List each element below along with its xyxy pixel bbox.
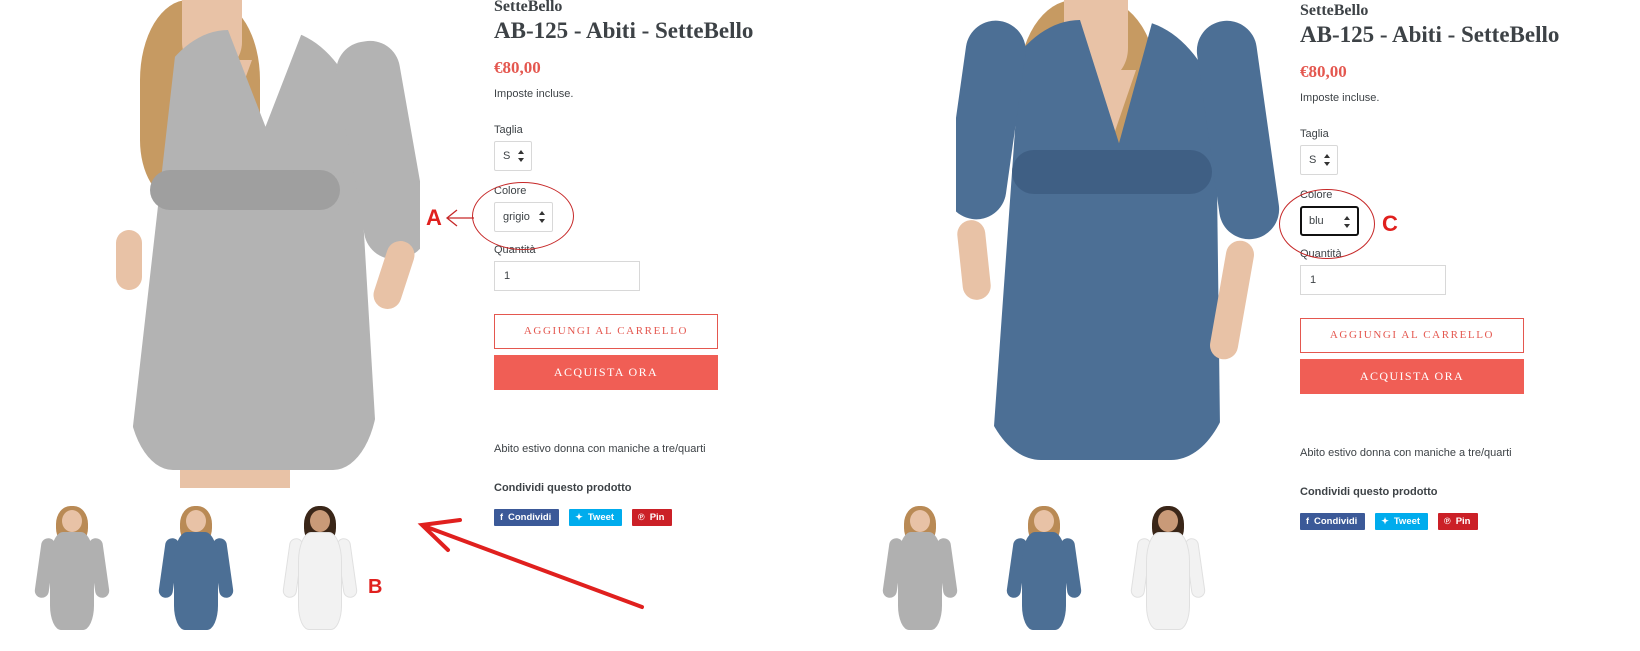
- select-arrows-icon: [1324, 154, 1331, 166]
- size-select[interactable]: S: [1300, 145, 1338, 175]
- quantity-input[interactable]: 1: [494, 261, 640, 291]
- tax-note: Imposte incluse.: [494, 88, 574, 100]
- twitter-icon: ✦: [1381, 516, 1389, 526]
- facebook-icon: f: [1306, 516, 1309, 526]
- annotation-label-a: A: [426, 205, 442, 230]
- size-label: Taglia: [494, 124, 523, 136]
- add-to-cart-button[interactable]: AGGIUNGI AL CARRELLO: [494, 314, 718, 349]
- size-select-value: S: [503, 150, 511, 162]
- annotation-ellipse-a: [472, 182, 574, 250]
- product-description: Abito estivo donna con maniche a tre/qua…: [1300, 447, 1512, 459]
- share-facebook-label: Condividi: [508, 512, 552, 523]
- product-price: €80,00: [1300, 62, 1347, 81]
- select-arrows-icon: [518, 150, 525, 162]
- main-product-image-grey: [80, 0, 420, 488]
- share-title: Condividi questo prodotto: [494, 482, 632, 494]
- product-info-right: SetteBello AB-125 - Abiti - SetteBello €…: [1300, 2, 1600, 530]
- pinterest-icon: ℗: [638, 512, 645, 522]
- thumbnail-grey-dress[interactable]: [30, 506, 114, 636]
- share-twitter-label: Tweet: [587, 512, 615, 523]
- product-title: AB-125 - Abiti - SetteBello: [1300, 22, 1560, 47]
- share-pinterest-button[interactable]: ℗ Pin: [632, 509, 673, 526]
- size-select-value: S: [1309, 154, 1317, 166]
- share-facebook-label: Condividi: [1314, 516, 1358, 527]
- product-price: €80,00: [494, 58, 541, 77]
- share-pinterest-label: Pin: [649, 512, 665, 523]
- share-twitter-button[interactable]: ✦ Tweet: [1375, 513, 1429, 530]
- buy-now-button[interactable]: ACQUISTA ORA: [494, 355, 718, 390]
- thumbnail-gallery: [30, 506, 362, 636]
- thumbnail-white-dress[interactable]: [1126, 506, 1210, 636]
- share-pinterest-label: Pin: [1455, 516, 1471, 527]
- pinterest-icon: ℗: [1444, 516, 1451, 526]
- product-vendor: SetteBello: [1300, 2, 1369, 19]
- product-page-left: SetteBello AB-125 - Abiti - SetteBello €…: [0, 0, 820, 651]
- annotation-label-c: C: [1382, 211, 1398, 236]
- thumbnail-blue-dress[interactable]: [154, 506, 238, 636]
- tax-note: Imposte incluse.: [1300, 92, 1380, 104]
- share-buttons: f Condividi ✦ Tweet ℗ Pin: [1300, 513, 1600, 530]
- annotation-label-b: B: [368, 576, 383, 598]
- share-twitter-label: Tweet: [1393, 516, 1421, 527]
- size-select[interactable]: S: [494, 141, 532, 171]
- share-title: Condividi questo prodotto: [1300, 486, 1438, 498]
- twitter-icon: ✦: [575, 512, 583, 522]
- thumbnail-gallery: [878, 506, 1210, 636]
- size-label: Taglia: [1300, 128, 1329, 140]
- product-page-right: SetteBello AB-125 - Abiti - SetteBello €…: [836, 0, 1640, 651]
- share-pinterest-button[interactable]: ℗ Pin: [1438, 513, 1479, 530]
- product-title: AB-125 - Abiti - SetteBello: [494, 18, 754, 43]
- thumbnail-grey-dress[interactable]: [878, 506, 962, 636]
- annotation-ellipse-c: [1279, 189, 1375, 259]
- product-vendor: SetteBello: [494, 0, 563, 15]
- share-facebook-button[interactable]: f Condividi: [494, 509, 560, 526]
- product-description: Abito estivo donna con maniche a tre/qua…: [494, 443, 706, 455]
- main-product-image-blue: [956, 0, 1296, 486]
- buy-now-button[interactable]: ACQUISTA ORA: [1300, 359, 1524, 394]
- quantity-input[interactable]: 1: [1300, 265, 1446, 295]
- thumbnail-blue-dress[interactable]: [1002, 506, 1086, 636]
- thumbnail-white-dress[interactable]: [278, 506, 362, 636]
- share-facebook-button[interactable]: f Condividi: [1300, 513, 1366, 530]
- share-buttons: f Condividi ✦ Tweet ℗ Pin: [494, 509, 794, 526]
- product-info-left: SetteBello AB-125 - Abiti - SetteBello €…: [494, 0, 794, 526]
- add-to-cart-button[interactable]: AGGIUNGI AL CARRELLO: [1300, 318, 1524, 353]
- share-twitter-button[interactable]: ✦ Tweet: [569, 509, 623, 526]
- facebook-icon: f: [500, 512, 503, 522]
